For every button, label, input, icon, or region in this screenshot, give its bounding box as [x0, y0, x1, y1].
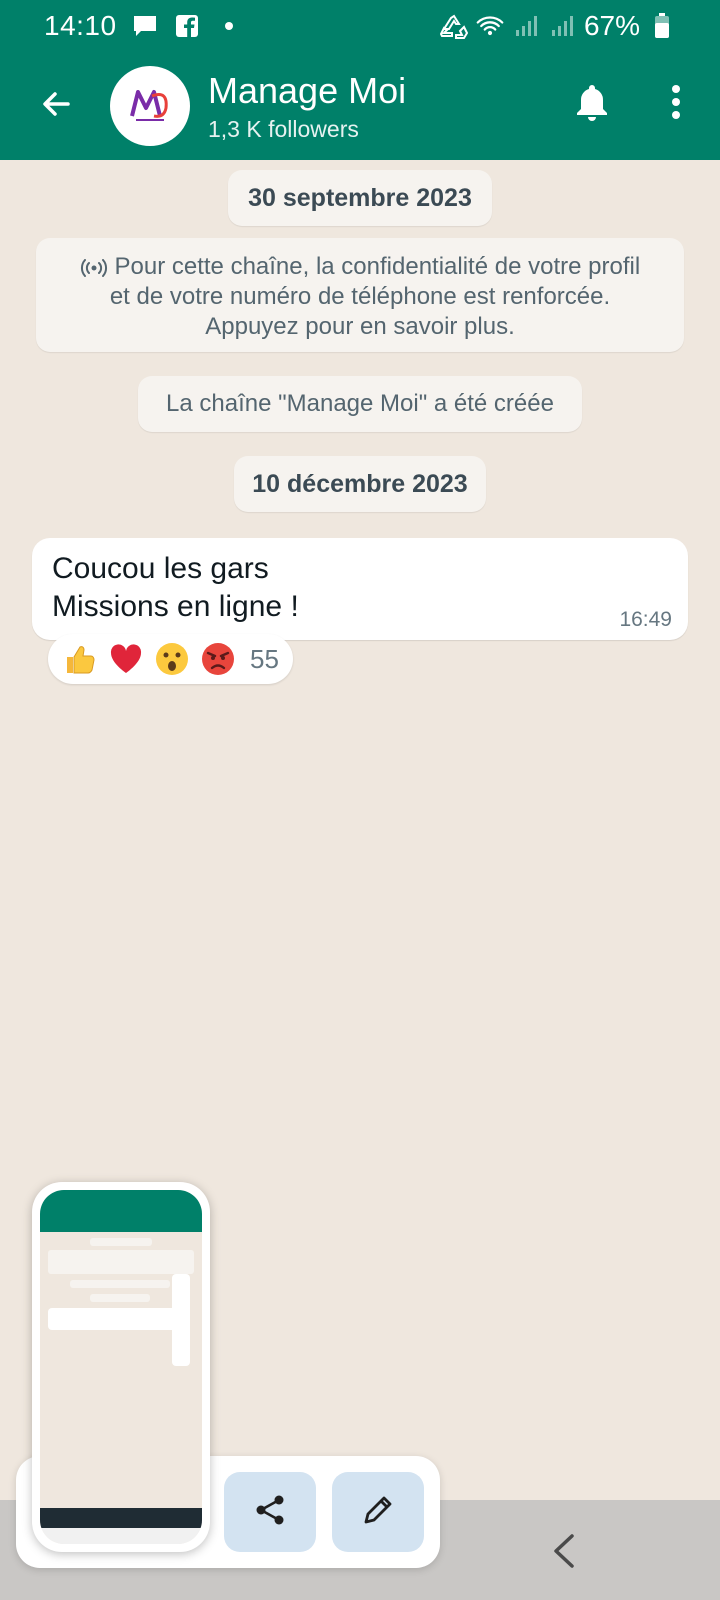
bell-icon [575, 83, 609, 126]
share-button[interactable] [224, 1472, 316, 1552]
channel-name: Manage Moi [208, 69, 407, 111]
message-line-1: Coucou les gars [52, 552, 269, 585]
reactions-bar[interactable]: 55 [48, 634, 293, 684]
thumbnail-chip [48, 1250, 194, 1274]
broadcast-icon [80, 253, 115, 280]
arrow-left-icon [38, 86, 74, 127]
status-bar: 14:10 67% [0, 0, 720, 52]
signal-icon [512, 12, 540, 40]
angry-face-icon [200, 641, 236, 677]
message-time: 16:49 [619, 608, 672, 631]
message-bubble[interactable]: Coucou les gars Missions en ligne ! 16:4… [32, 538, 688, 640]
privacy-line-3: Appuyez pour en savoir plus. [205, 313, 515, 340]
screenshot-thumbnail[interactable] [32, 1182, 210, 1552]
dot-icon [215, 12, 243, 40]
privacy-line-2: et de votre numéro de téléphone est renf… [109, 283, 611, 310]
share-icon [253, 1493, 287, 1532]
battery-icon [648, 12, 676, 40]
notification-button[interactable] [566, 78, 618, 130]
heart-icon [108, 641, 144, 677]
thumbnail-chip [70, 1280, 170, 1288]
thumbnail-chip [90, 1294, 150, 1302]
recycle-icon [439, 12, 468, 40]
reaction-count: 55 [250, 643, 279, 674]
channel-created-notice: La chaîne "Manage Moi" a été créée [138, 376, 582, 432]
more-options-button[interactable] [650, 78, 702, 130]
wifi-icon [476, 12, 504, 40]
privacy-notice[interactable]: Pour cette chaîne, la confidentialité de… [36, 238, 684, 352]
battery-percent: 67% [583, 10, 640, 41]
edit-button[interactable] [332, 1472, 424, 1552]
pencil-icon [361, 1493, 395, 1532]
signal-icon [548, 12, 576, 40]
message-line-2: Missions en ligne ! [52, 590, 299, 623]
thumbnail-message [48, 1308, 178, 1330]
thumbnail-header [40, 1190, 202, 1232]
status-time: 14:10 [44, 10, 117, 41]
followers-count: 1,3 K followers [208, 115, 359, 142]
thumbnail-navbar [40, 1528, 202, 1544]
back-button[interactable] [26, 76, 86, 136]
thumbnail-chip [90, 1238, 152, 1246]
nav-back-button[interactable] [540, 1526, 590, 1576]
chevron-left-icon [540, 1534, 590, 1580]
date-chip-2: 10 décembre 2023 [234, 456, 486, 512]
thumbnail-snackbar [40, 1508, 202, 1528]
channel-title-block[interactable]: Manage Moi 1,3 K followers [208, 70, 406, 143]
channel-header: Manage Moi 1,3 K followers [0, 52, 720, 160]
date-chip-1: 30 septembre 2023 [228, 170, 492, 226]
facebook-icon [173, 12, 201, 40]
surprised-face-icon [154, 641, 190, 677]
thumbnail-preview [40, 1190, 202, 1544]
thumbs-up-icon [62, 641, 98, 677]
manage-moi-logo [130, 90, 168, 121]
privacy-line-1: Pour cette chaîne, la confidentialité de… [54, 252, 666, 282]
chat-icon [131, 12, 159, 40]
channel-avatar[interactable] [110, 66, 190, 146]
more-vertical-icon [671, 84, 681, 125]
thumbnail-scroll [172, 1274, 190, 1366]
